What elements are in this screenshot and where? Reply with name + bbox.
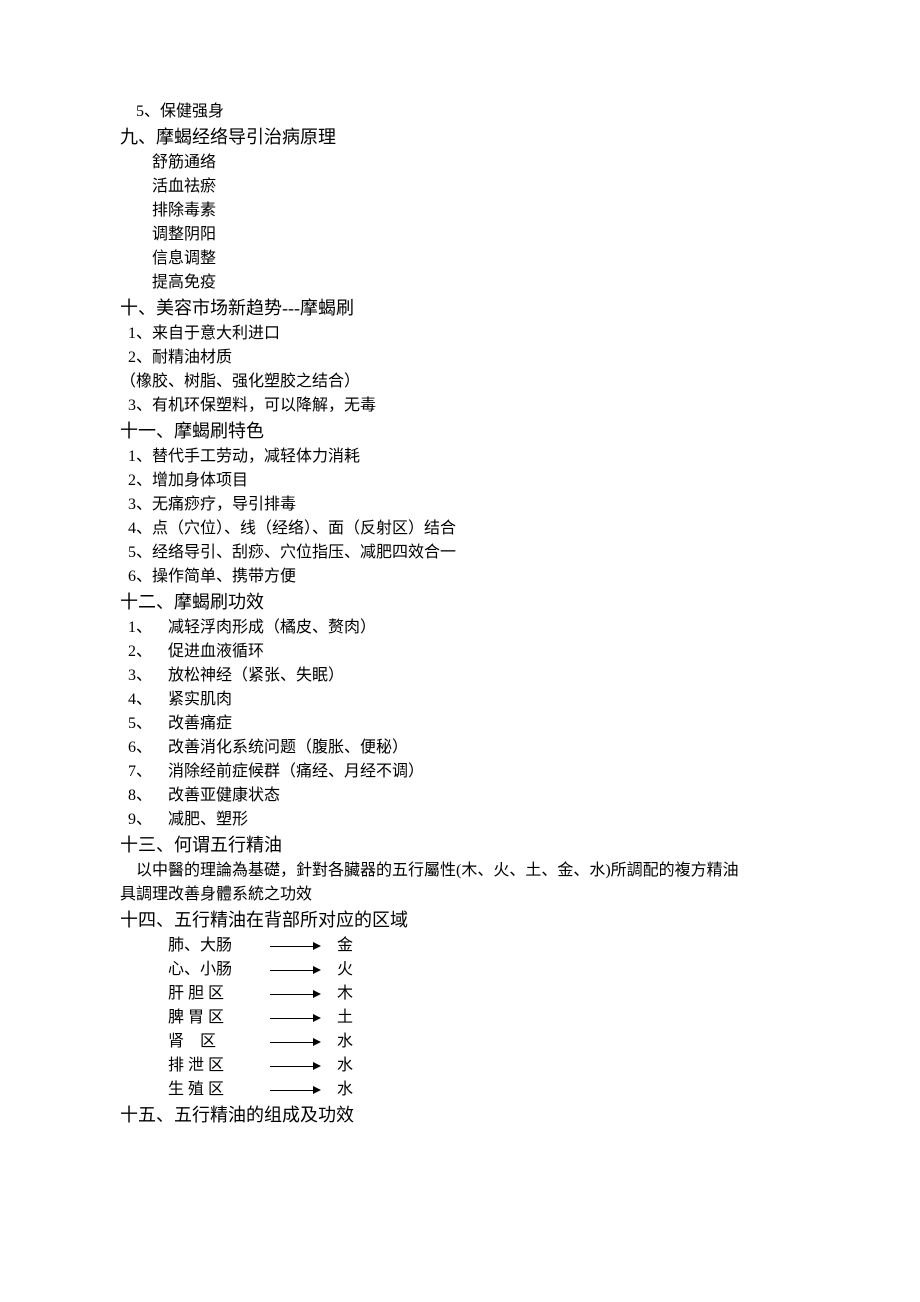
list-item: （橡胶、树脂、强化塑胶之结合）	[120, 370, 800, 394]
mapping-row: 心、小肠 火	[120, 958, 800, 982]
text: 5、 改善痛症	[128, 715, 232, 732]
mapping-label: 脾 胃 区	[168, 1006, 264, 1030]
list-item: 4、 紧实肌肉	[120, 688, 800, 712]
text: 9、 减肥、塑形	[128, 811, 248, 828]
list-item: 5、经络导引、刮痧、穴位指压、减肥四效合一	[120, 541, 800, 565]
list-item: 调整阴阳	[120, 223, 800, 247]
text: 活血祛瘀	[152, 178, 216, 195]
text: 6、 改善消化系统问题（腹胀、便秘）	[128, 739, 408, 756]
list-item: 活血祛瘀	[120, 175, 800, 199]
mapping-row: 脾 胃 区 土	[120, 1006, 800, 1030]
section-heading-13: 十三、何谓五行精油	[120, 832, 800, 859]
document-page: 5、保健强身 九、摩蝎经络导引治病原理 舒筋通络 活血祛瘀 排除毒素 调整阴阳 …	[0, 0, 920, 1229]
list-item: 6、 改善消化系统问题（腹胀、便秘）	[120, 736, 800, 760]
list-item: 1、替代手工劳动，减轻体力消耗	[120, 445, 800, 469]
mapping-label: 肺、大肠	[168, 934, 264, 958]
text: 6、操作简单、携带方便	[128, 568, 296, 585]
section-heading-14: 十四、五行精油在背部所对应的区域	[120, 907, 800, 934]
arrow-icon	[270, 942, 321, 950]
mapping-target: 水	[337, 1078, 353, 1102]
text: 2、增加身体项目	[128, 472, 248, 489]
text: 7、 消除经前症候群（痛经、月经不调）	[128, 763, 424, 780]
section-heading-15: 十五、五行精油的组成及功效	[120, 1102, 800, 1129]
mapping-target: 水	[337, 1054, 353, 1078]
text: 4、 紧实肌肉	[128, 691, 232, 708]
section-heading-12: 十二、摩蝎刷功效	[120, 589, 800, 616]
arrow-icon	[270, 1014, 321, 1022]
mapping-target: 金	[337, 934, 353, 958]
list-item: 信息调整	[120, 247, 800, 271]
list-item: 8、 改善亚健康状态	[120, 784, 800, 808]
mapping-row: 肺、大肠 金	[120, 934, 800, 958]
text: 3、 放松神经（紧张、失眠）	[128, 667, 344, 684]
section-heading-11: 十一、摩蝎刷特色	[120, 418, 800, 445]
list-item: 3、无痛痧疗，导引排毒	[120, 493, 800, 517]
arrow-icon	[270, 966, 321, 974]
text: （橡胶、树脂、强化塑胶之结合）	[120, 373, 360, 390]
text: 3、无痛痧疗，导引排毒	[128, 496, 296, 513]
text: 2、 促进血液循环	[128, 643, 264, 660]
text: 提高免疫	[152, 274, 216, 291]
list-item: 提高免疫	[120, 271, 800, 295]
mapping-target: 火	[337, 958, 353, 982]
mapping-target: 木	[337, 982, 353, 1006]
list-item: 1、 减轻浮肉形成（橘皮、赘肉）	[120, 616, 800, 640]
mapping-row: 生 殖 区 水	[120, 1078, 800, 1102]
mapping-row: 肝 胆 区 木	[120, 982, 800, 1006]
text: 4、点（穴位）、线（经络）、面（反射区）结合	[128, 520, 456, 537]
mapping-row: 肾 区 水	[120, 1030, 800, 1054]
mapping-label: 肾 区	[168, 1030, 264, 1054]
arrow-icon	[270, 1038, 321, 1046]
list-item: 舒筋通络	[120, 151, 800, 175]
section-heading-10: 十、美容市场新趋势---摩蝎刷	[120, 295, 800, 322]
text: 8、 改善亚健康状态	[128, 787, 280, 804]
arrow-icon	[270, 990, 321, 998]
text: 1、来自于意大利进口	[128, 325, 280, 342]
mapping-label: 心、小肠	[168, 958, 264, 982]
list-item: 3、有机环保塑料，可以降解，无毒	[120, 394, 800, 418]
list-item: 2、增加身体项目	[120, 469, 800, 493]
text: 3、有机环保塑料，可以降解，无毒	[128, 397, 376, 414]
list-item: 6、操作简单、携带方便	[120, 565, 800, 589]
list-item: 2、 促进血液循环	[120, 640, 800, 664]
text: 排除毒素	[152, 202, 216, 219]
mapping-row: 排 泄 区 水	[120, 1054, 800, 1078]
list-item: 4、点（穴位）、线（经络）、面（反射区）结合	[120, 517, 800, 541]
mapping-label: 肝 胆 区	[168, 982, 264, 1006]
list-item: 3、 放松神经（紧张、失眠）	[120, 664, 800, 688]
text: 舒筋通络	[152, 154, 216, 171]
list-item: 1、来自于意大利进口	[120, 322, 800, 346]
mapping-target: 土	[337, 1006, 353, 1030]
mapping-target: 水	[337, 1030, 353, 1054]
list-item: 排除毒素	[120, 199, 800, 223]
arrow-icon	[270, 1086, 321, 1094]
paragraph-line: 具調理改善身體系統之功效	[120, 883, 800, 907]
text: 信息调整	[152, 250, 216, 267]
text: 5、保健强身	[136, 103, 224, 120]
arrow-icon	[270, 1062, 321, 1070]
list-item: 2、耐精油材质	[120, 346, 800, 370]
list-item: 5、 改善痛症	[120, 712, 800, 736]
mapping-label: 生 殖 区	[168, 1078, 264, 1102]
list-item: 5、保健强身	[120, 100, 800, 124]
paragraph-line: 以中醫的理論為基礎，針對各臟器的五行屬性(木、火、土、金、水)所調配的複方精油	[120, 859, 800, 883]
list-item: 9、 减肥、塑形	[120, 808, 800, 832]
mapping-label: 排 泄 区	[168, 1054, 264, 1078]
text: 调整阴阳	[152, 226, 216, 243]
text: 1、 减轻浮肉形成（橘皮、赘肉）	[128, 619, 376, 636]
text: 2、耐精油材质	[128, 349, 232, 366]
text: 5、经络导引、刮痧、穴位指压、减肥四效合一	[128, 544, 456, 561]
text: 1、替代手工劳动，减轻体力消耗	[128, 448, 360, 465]
list-item: 7、 消除经前症候群（痛经、月经不调）	[120, 760, 800, 784]
section-heading-9: 九、摩蝎经络导引治病原理	[120, 124, 800, 151]
